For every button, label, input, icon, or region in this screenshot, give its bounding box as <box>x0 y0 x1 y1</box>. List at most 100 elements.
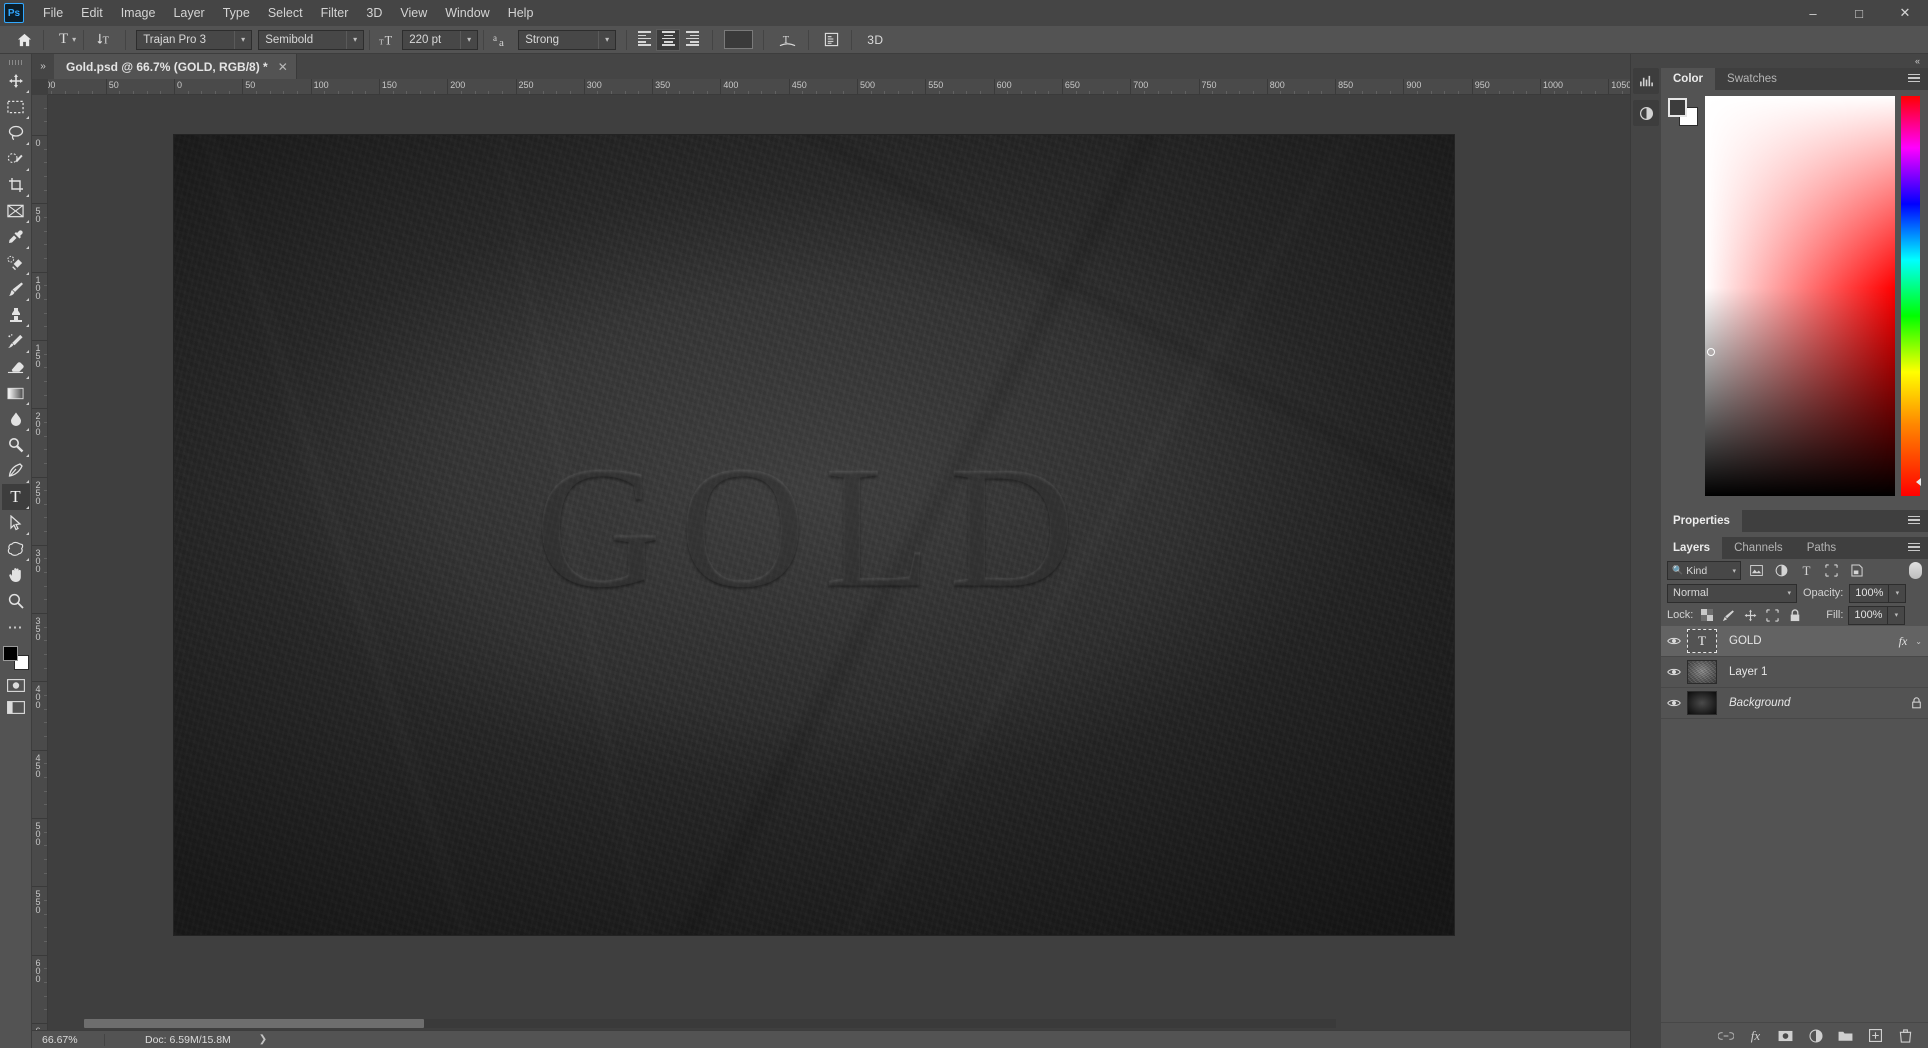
tab-swatches[interactable]: Swatches <box>1715 68 1789 90</box>
color-ramp[interactable] <box>1705 96 1895 496</box>
lock-all-icon[interactable] <box>1786 607 1803 624</box>
quick-selection-tool[interactable] <box>2 146 30 172</box>
chevron-down-icon[interactable]: ⌄ <box>1915 637 1922 646</box>
fill-input[interactable]: 100% <box>1848 605 1889 625</box>
screen-mode-icon[interactable] <box>5 698 27 716</box>
tab-properties[interactable]: Properties <box>1661 510 1742 532</box>
align-right-button[interactable] <box>680 29 704 51</box>
layer-effects-indicator[interactable]: fx <box>1899 634 1908 649</box>
font-style-select[interactable]: Semibold ▾ <box>258 29 365 50</box>
type-layer-filter-icon[interactable]: T <box>1797 561 1816 580</box>
text-color-swatch[interactable] <box>724 30 754 49</box>
layer-name[interactable]: Background <box>1729 697 1790 709</box>
canvas-viewport[interactable]: GOLD <box>48 95 1630 1030</box>
zoom-tool[interactable] <box>2 588 30 614</box>
menu-type[interactable]: Type <box>214 2 259 24</box>
opacity-input[interactable]: 100% <box>1849 583 1890 603</box>
menu-filter[interactable]: Filter <box>312 2 358 24</box>
new-group-icon[interactable] <box>1837 1027 1854 1044</box>
lasso-tool[interactable] <box>2 120 30 146</box>
active-tool-preset-icon[interactable]: T ▾ <box>57 29 78 51</box>
toggle-character-panel-icon[interactable] <box>822 29 841 51</box>
tab-channels[interactable]: Channels <box>1722 537 1795 559</box>
menu-help[interactable]: Help <box>499 2 543 24</box>
foreground-color-swatch[interactable] <box>2 646 18 661</box>
document-tab[interactable]: Gold.psd @ 66.7% (GOLD, RGB/8) * ✕ <box>54 54 297 79</box>
zoom-level-input[interactable]: 66.67% <box>32 1034 104 1046</box>
artboard[interactable]: GOLD <box>174 135 1454 935</box>
add-layer-style-icon[interactable]: fx <box>1747 1027 1764 1044</box>
warp-text-icon[interactable]: T <box>777 29 798 51</box>
anti-alias-select[interactable]: Strong ▾ <box>518 29 617 50</box>
frame-tool[interactable] <box>2 198 30 224</box>
pen-tool[interactable] <box>2 458 30 484</box>
align-left-button[interactable] <box>632 29 656 51</box>
histogram-icon[interactable] <box>1633 68 1659 94</box>
layer-visibility-toggle[interactable] <box>1661 698 1687 708</box>
spot-healing-brush-tool[interactable] <box>2 250 30 276</box>
table-row[interactable]: Layer 1 <box>1661 657 1928 688</box>
layer-visibility-toggle[interactable] <box>1661 667 1687 677</box>
fg-bg-swatch-pair[interactable] <box>1668 98 1698 126</box>
custom-shape-tool[interactable] <box>2 536 30 562</box>
new-fill-adjustment-layer-icon[interactable] <box>1807 1027 1824 1044</box>
status-options-arrow-icon[interactable]: ❯ <box>259 1034 267 1045</box>
rectangular-marquee-tool[interactable] <box>2 94 30 120</box>
table-row[interactable]: Background <box>1661 688 1928 719</box>
menu-edit[interactable]: Edit <box>72 2 112 24</box>
gradient-tool[interactable] <box>2 380 30 406</box>
close-icon[interactable]: ✕ <box>278 60 288 74</box>
3d-mode-button[interactable]: 3D <box>867 33 883 47</box>
adjustment-layer-filter-icon[interactable] <box>1772 561 1791 580</box>
hand-tool[interactable] <box>2 562 30 588</box>
menu-select[interactable]: Select <box>259 2 312 24</box>
lock-position-icon[interactable] <box>1742 607 1759 624</box>
pixel-layer-filter-icon[interactable] <box>1747 561 1766 580</box>
lock-image-pixels-icon[interactable] <box>1720 607 1737 624</box>
text-orientation-icon[interactable]: T <box>95 29 114 51</box>
tools-panel-drag-handle[interactable] <box>0 56 31 68</box>
horizontal-type-tool[interactable]: T <box>1 484 30 510</box>
lock-artboard-nesting-icon[interactable] <box>1764 607 1781 624</box>
eyedropper-tool[interactable] <box>2 224 30 250</box>
dodge-tool[interactable] <box>2 432 30 458</box>
layer-thumbnail[interactable]: T <box>1687 629 1717 653</box>
quick-mask-icon[interactable] <box>5 676 27 694</box>
menu-window[interactable]: Window <box>436 2 498 24</box>
maximize-button[interactable]: □ <box>1836 0 1882 26</box>
hue-strip[interactable] <box>1901 96 1921 496</box>
menu-layer[interactable]: Layer <box>164 2 213 24</box>
color-picker-marker[interactable] <box>1707 348 1715 356</box>
link-layers-icon[interactable] <box>1717 1027 1734 1044</box>
panel-menu-icon[interactable] <box>1908 537 1928 559</box>
menu-file[interactable]: File <box>34 2 72 24</box>
edit-toolbar-button[interactable]: ⋯ <box>2 614 30 640</box>
panel-menu-icon[interactable] <box>1908 510 1928 532</box>
align-center-button[interactable] <box>656 28 681 51</box>
adjustments-icon[interactable] <box>1633 100 1659 126</box>
collapse-panels-button[interactable]: « <box>1661 54 1928 68</box>
layer-thumbnail[interactable] <box>1687 660 1717 684</box>
expand-panels-icon[interactable]: » <box>32 54 54 79</box>
new-layer-icon[interactable] <box>1867 1027 1884 1044</box>
layer-name[interactable]: Layer 1 <box>1729 666 1767 678</box>
tab-paths[interactable]: Paths <box>1794 537 1849 559</box>
close-button[interactable]: ✕ <box>1882 0 1928 26</box>
path-selection-tool[interactable] <box>2 510 30 536</box>
vertical-ruler[interactable]: 1005005010015020025030035040045050055060… <box>32 95 48 1030</box>
layer-filter-kind-select[interactable]: 🔍 Kind ▾ <box>1667 561 1741 580</box>
crop-tool[interactable] <box>2 172 30 198</box>
menu-view[interactable]: View <box>391 2 436 24</box>
layer-name[interactable]: GOLD <box>1729 635 1762 647</box>
layer-visibility-toggle[interactable] <box>1661 636 1687 646</box>
history-brush-tool[interactable] <box>2 328 30 354</box>
panel-menu-icon[interactable] <box>1908 68 1928 90</box>
delete-layer-icon[interactable] <box>1897 1027 1914 1044</box>
menu-3d[interactable]: 3D <box>357 2 391 24</box>
tab-color[interactable]: Color <box>1661 68 1716 90</box>
horizontal-ruler[interactable]: 1501005005010015020025030035040045050055… <box>48 79 1630 95</box>
filter-enable-toggle[interactable] <box>1909 561 1922 580</box>
color-panel-foreground-swatch[interactable] <box>1668 98 1687 117</box>
table-row[interactable]: T GOLD fx ⌄ <box>1661 626 1928 657</box>
clone-stamp-tool[interactable] <box>2 302 30 328</box>
